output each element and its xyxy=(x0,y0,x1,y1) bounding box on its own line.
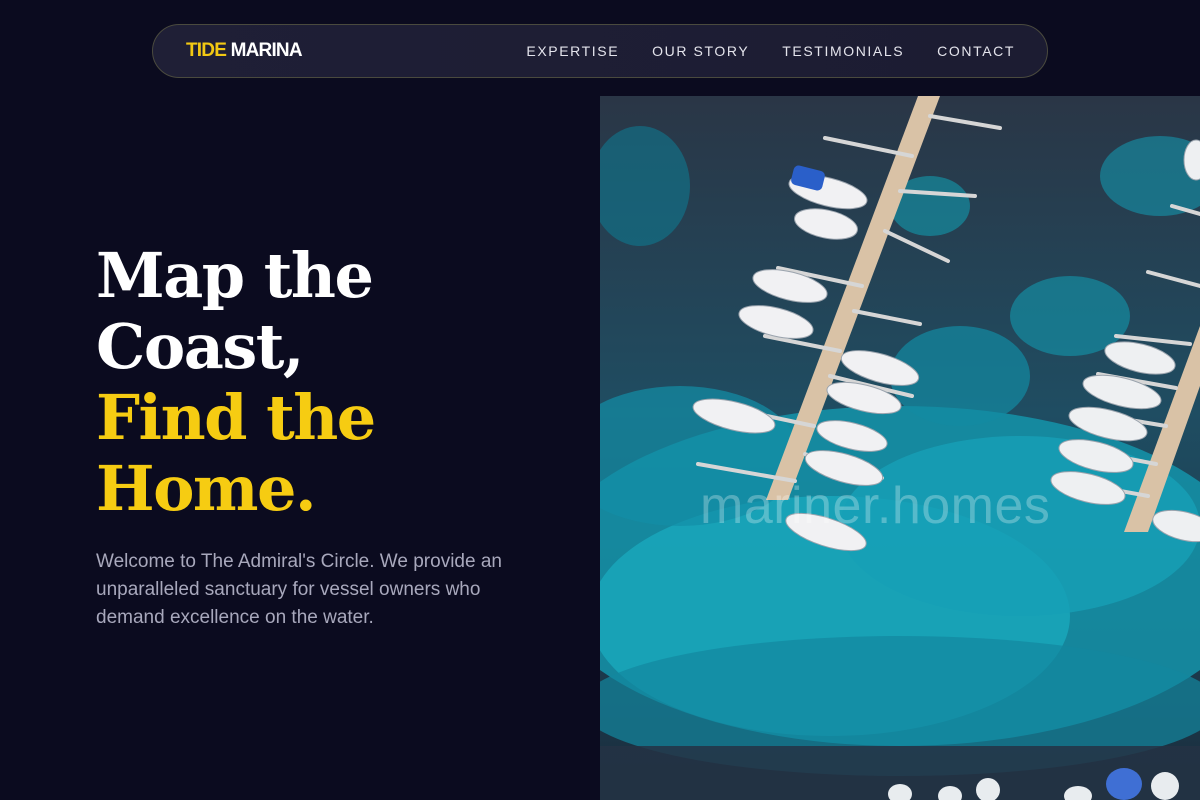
hero-headline: Map the Coast, Find the Home. xyxy=(96,239,376,525)
headline-line-2: Coast, xyxy=(96,310,305,383)
hero-lead: Welcome to The Admiral's Circle. We prov… xyxy=(96,551,502,628)
headline-line-1: Map the xyxy=(96,239,374,312)
brand-tide: TIDE xyxy=(186,40,227,61)
brand-logo[interactable]: TIDE MARINA xyxy=(186,40,303,62)
nav-link-testimonials[interactable]: TESTIMONIALS xyxy=(782,43,904,59)
nav-link-contact[interactable]: CONTACT xyxy=(937,43,1015,59)
brand-marina: MARINA xyxy=(230,40,303,61)
headline-line-4: Home. xyxy=(96,452,317,525)
headline-line-3: Find the xyxy=(96,381,376,454)
nav-link-our-story[interactable]: OUR STORY xyxy=(652,43,749,59)
hero-marina-photo: mariner.homes xyxy=(600,96,1200,800)
image-watermark: mariner.homes xyxy=(700,477,1051,535)
nav-link-expertise[interactable]: EXPERTISE xyxy=(526,43,619,59)
nav-links: EXPERTISE OUR STORY TESTIMONIALS CONTACT xyxy=(526,43,1015,59)
marina-aerial-illustration xyxy=(600,96,1200,800)
top-nav: TIDE MARINA EXPERTISE OUR STORY TESTIMON… xyxy=(152,24,1048,78)
